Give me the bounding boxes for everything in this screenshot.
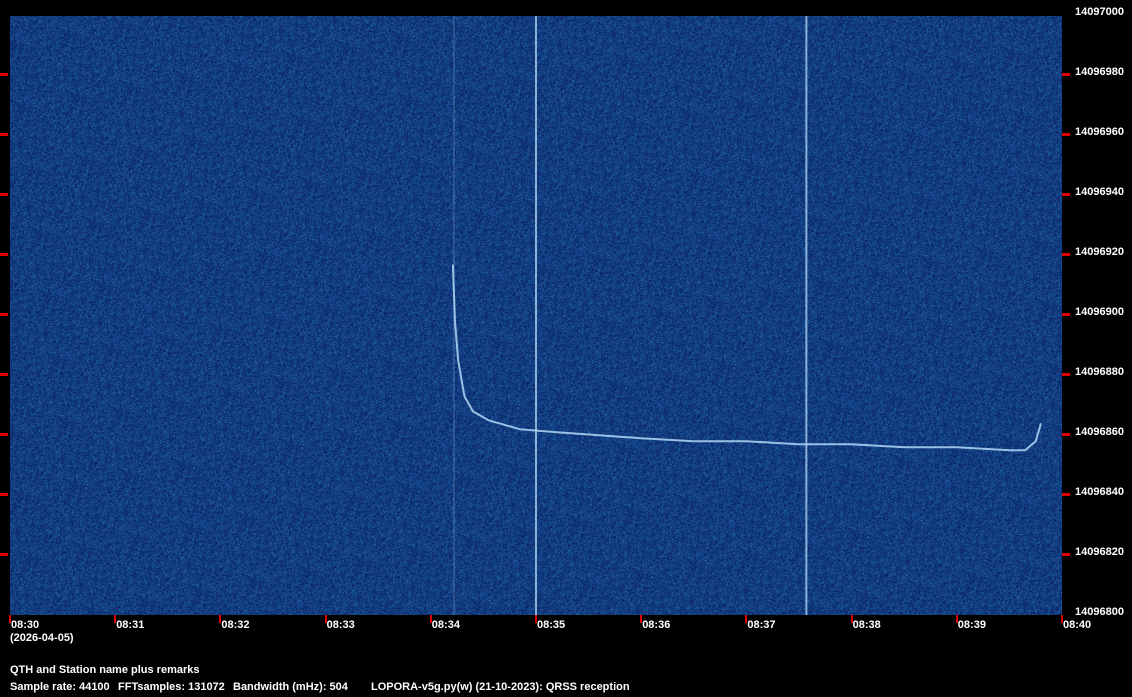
signal-layer	[451, 16, 1042, 615]
y-tick	[1062, 73, 1070, 76]
x-tick-label: 08:40	[1063, 619, 1092, 631]
y-tick-label: 14096800	[1075, 606, 1124, 618]
y-tick	[1062, 253, 1070, 256]
y-tick-label: 14096820	[1075, 546, 1124, 558]
x-tick-label: 08:30	[11, 619, 40, 631]
x-tick-label: 08:31	[116, 619, 145, 631]
y-tick	[0, 193, 8, 196]
y-tick	[1062, 553, 1070, 556]
date-label: (2026-04-05)	[10, 632, 74, 644]
y-tick	[0, 493, 8, 496]
x-tick-label: 08:35	[537, 619, 566, 631]
sample-rate: Sample rate: 44100	[10, 681, 110, 693]
x-tick-label: 08:32	[221, 619, 250, 631]
y-tick	[0, 133, 8, 136]
x-tick-label: 08:38	[852, 619, 881, 631]
y-tick	[0, 313, 8, 316]
x-tick-label: 08:36	[642, 619, 671, 631]
bandwidth: Bandwidth (mHz): 504	[233, 681, 348, 693]
x-tick-label: 08:33	[326, 619, 355, 631]
y-tick-label: 14096900	[1075, 306, 1124, 318]
x-tick-label: 08:39	[957, 619, 986, 631]
y-tick	[0, 373, 8, 376]
y-tick	[1062, 433, 1070, 436]
y-tick-label: 14096860	[1075, 426, 1124, 438]
y-tick-label: 14097000	[1075, 6, 1124, 18]
software-info: LOPORA-v5g.py(w) (21-10-2023): QRSS rece…	[371, 681, 630, 693]
y-tick	[0, 433, 8, 436]
fft-samples: FFTsamples: 131072	[118, 681, 225, 693]
y-tick-label: 14096920	[1075, 246, 1124, 258]
y-tick	[0, 73, 8, 76]
waterfall-plot	[10, 16, 1062, 615]
y-tick-label: 14096980	[1075, 66, 1124, 78]
signal-trace	[451, 264, 1042, 452]
remarks-text: QTH and Station name plus remarks	[10, 664, 200, 676]
y-tick-label: 14096960	[1075, 126, 1124, 138]
y-tick	[1062, 193, 1070, 196]
y-tick-label: 14096940	[1075, 186, 1124, 198]
y-tick-label: 14096880	[1075, 366, 1124, 378]
y-tick	[1062, 313, 1070, 316]
x-tick-label: 08:34	[431, 619, 460, 631]
y-tick	[0, 253, 8, 256]
y-tick-label: 14096840	[1075, 486, 1124, 498]
y-tick	[0, 553, 8, 556]
x-tick-label: 08:37	[747, 619, 776, 631]
y-tick	[1062, 493, 1070, 496]
y-tick	[1062, 373, 1070, 376]
y-tick	[1062, 133, 1070, 136]
